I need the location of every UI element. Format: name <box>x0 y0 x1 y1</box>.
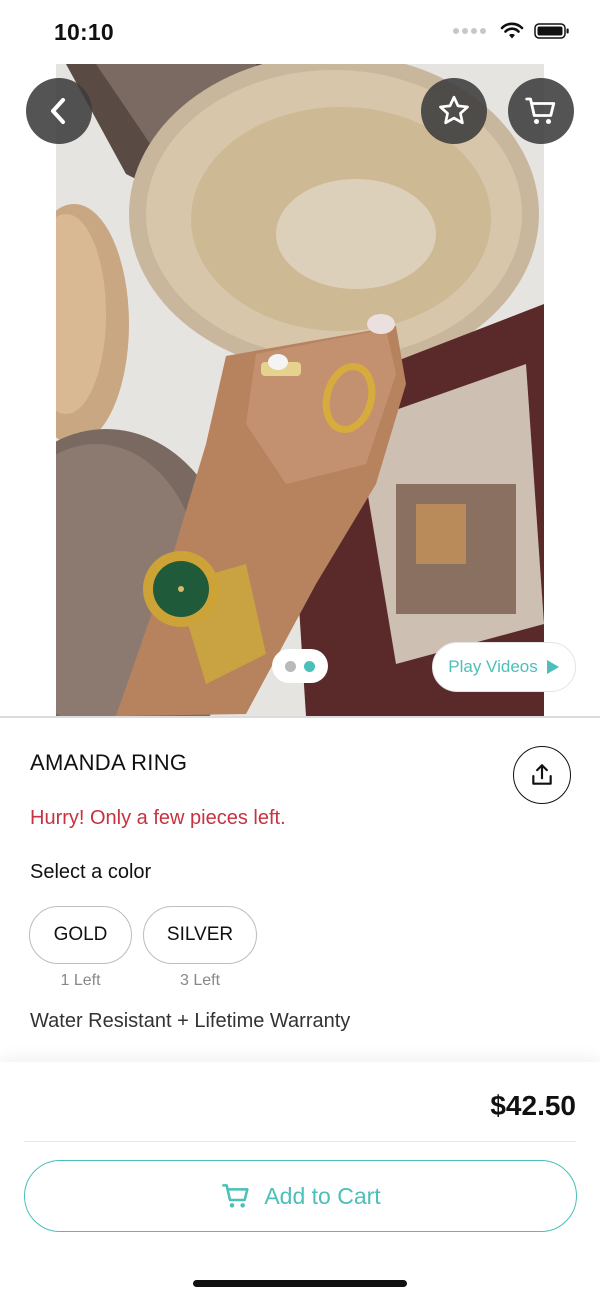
star-icon <box>439 95 469 125</box>
section-divider <box>0 716 600 718</box>
cart-button[interactable] <box>508 78 574 144</box>
pager-dot[interactable] <box>285 660 296 672</box>
stock-count-gold: 1 Left <box>60 972 101 989</box>
color-option-silver[interactable]: SILVER <box>143 906 257 964</box>
share-icon <box>532 764 552 785</box>
checkout-panel: $42.50 Add to Cart <box>0 1062 600 1299</box>
add-to-cart-button[interactable]: Add to Cart <box>24 1160 577 1232</box>
cart-icon <box>525 97 556 125</box>
add-to-cart-label: Add to Cart <box>264 1182 381 1209</box>
carousel-pager <box>272 649 328 683</box>
pager-dot[interactable] <box>304 660 315 672</box>
stock-warning: Hurry! Only a few pieces left. <box>30 807 286 829</box>
wifi-icon <box>500 22 524 39</box>
product-features: Water Resistant + Lifetime Warranty <box>30 1010 351 1032</box>
product-price: $42.50 <box>490 1090 576 1121</box>
play-videos-label: Play Videos <box>448 657 538 676</box>
back-button[interactable] <box>26 78 92 144</box>
stock-count-silver: 3 Left <box>179 972 221 989</box>
cellular-signal-icon <box>453 28 486 34</box>
favorite-button[interactable] <box>421 78 487 144</box>
status-indicators <box>453 22 570 40</box>
status-bar: 10:10 <box>0 0 600 64</box>
play-videos-button[interactable]: Play Videos <box>432 642 576 692</box>
product-title: AMANDA RING <box>30 750 188 775</box>
product-photo <box>56 64 544 716</box>
price-divider <box>24 1141 576 1142</box>
product-image-carousel[interactable]: Play Videos <box>0 64 600 716</box>
cart-icon <box>222 1184 249 1208</box>
battery-icon <box>534 23 569 39</box>
chevron-left-icon <box>51 98 65 124</box>
share-button[interactable] <box>513 746 571 804</box>
select-color-label: Select a color <box>30 861 152 883</box>
home-indicator <box>193 1280 407 1287</box>
color-option-gold[interactable]: GOLD <box>29 906 132 964</box>
status-time: 10:10 <box>54 19 114 45</box>
play-icon <box>546 660 559 674</box>
